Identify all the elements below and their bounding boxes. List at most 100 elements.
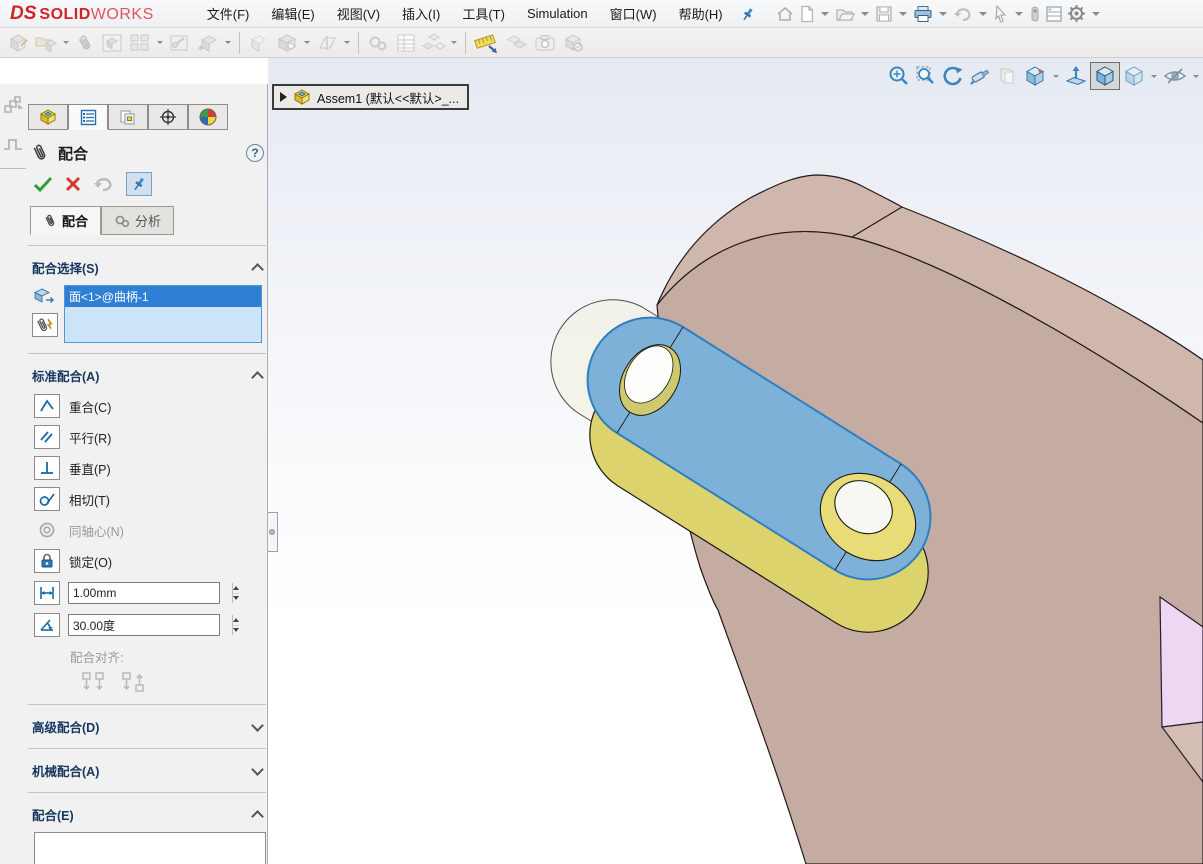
chevron-up-icon[interactable] bbox=[251, 371, 264, 384]
dynamic-annotation-views-icon[interactable] bbox=[994, 62, 1020, 90]
menu-edit[interactable]: 编辑(E) bbox=[260, 0, 325, 28]
show-hidden-components-icon[interactable] bbox=[245, 31, 273, 55]
view-orientation-icon[interactable] bbox=[1021, 62, 1049, 90]
mate-selections-header[interactable]: 配合选择(S) bbox=[28, 256, 266, 279]
menu-window[interactable]: 窗口(W) bbox=[599, 0, 668, 28]
select-icon[interactable] bbox=[992, 3, 1010, 25]
hide-show-dropdown[interactable] bbox=[1193, 75, 1199, 78]
menu-tools[interactable]: 工具(T) bbox=[451, 0, 516, 28]
anti-aligned-icon[interactable] bbox=[120, 670, 146, 694]
mates-list-header[interactable]: 配合(E) bbox=[28, 803, 266, 826]
standard-mates-header[interactable]: 标准配合(A) bbox=[28, 364, 266, 387]
insert-components-dropdown[interactable] bbox=[63, 41, 69, 44]
interference-detection-icon[interactable] bbox=[503, 31, 531, 55]
display-style-dropdown[interactable] bbox=[1151, 75, 1157, 78]
menu-file[interactable]: 文件(F) bbox=[196, 0, 261, 28]
menu-simulation[interactable]: Simulation bbox=[516, 1, 599, 26]
new-motion-study-icon[interactable] bbox=[364, 31, 392, 55]
print-icon[interactable] bbox=[912, 3, 934, 25]
tab-dimxpert-manager[interactable] bbox=[148, 104, 188, 130]
undo-icon[interactable] bbox=[952, 3, 974, 25]
feature-tree-flyout-header[interactable]: Assem1 (默认<<默认>_... bbox=[272, 84, 469, 110]
chevron-down-icon[interactable] bbox=[251, 763, 264, 776]
entities-to-mate-icon[interactable] bbox=[32, 285, 58, 309]
tab-feature-manager[interactable] bbox=[28, 104, 68, 130]
tab-configuration-manager[interactable] bbox=[108, 104, 148, 130]
angle-icon[interactable] bbox=[34, 613, 60, 637]
open-dropdown[interactable] bbox=[861, 12, 869, 16]
reference-geometry-icon[interactable] bbox=[313, 31, 341, 55]
section-view-icon[interactable] bbox=[967, 62, 993, 90]
measure-icon[interactable] bbox=[471, 30, 503, 56]
mechanical-mates-header[interactable]: 机械配合(A) bbox=[28, 759, 266, 782]
take-snapshot-icon[interactable] bbox=[531, 31, 559, 55]
keep-visible-pin-button[interactable] bbox=[126, 172, 152, 196]
home-icon[interactable] bbox=[774, 3, 796, 25]
exploded-view-dropdown[interactable] bbox=[451, 41, 457, 44]
menu-pin-icon[interactable] bbox=[740, 6, 756, 22]
chevron-down-icon[interactable] bbox=[251, 719, 264, 732]
mates-listbox[interactable] bbox=[34, 832, 266, 864]
angle-input[interactable] bbox=[69, 615, 232, 635]
aligned-icon[interactable] bbox=[80, 670, 106, 694]
new-document-dropdown[interactable] bbox=[821, 12, 829, 16]
display-style-icon[interactable] bbox=[1121, 62, 1147, 90]
apply-scene-icon[interactable] bbox=[1063, 62, 1089, 90]
mate-perpendicular[interactable]: 垂直(P) bbox=[34, 456, 266, 480]
subtab-mates[interactable]: 配合 bbox=[30, 206, 101, 235]
linear-pattern-dropdown[interactable] bbox=[157, 41, 163, 44]
task-pane-icon[interactable] bbox=[1044, 3, 1064, 25]
smart-fasteners-icon[interactable] bbox=[166, 31, 194, 55]
linear-component-pattern-icon[interactable] bbox=[126, 31, 154, 55]
previous-view-icon[interactable] bbox=[940, 62, 966, 90]
panel-collapse-handle[interactable] bbox=[267, 512, 278, 552]
ok-button[interactable] bbox=[32, 174, 54, 194]
mate-tangent[interactable]: 相切(T) bbox=[34, 487, 266, 511]
mate-selection-listbox[interactable]: 面<1>@曲柄-1 bbox=[64, 285, 262, 343]
chevron-up-icon[interactable] bbox=[251, 810, 264, 823]
assembly-3d-scene[interactable] bbox=[268, 58, 1203, 864]
cancel-button[interactable] bbox=[64, 175, 82, 193]
print-dropdown[interactable] bbox=[939, 12, 947, 16]
distance-spin-up[interactable] bbox=[233, 583, 239, 593]
subtab-analysis[interactable]: 分析 bbox=[101, 206, 174, 235]
assembly-features-dropdown[interactable] bbox=[304, 41, 310, 44]
distance-spin-down[interactable] bbox=[233, 593, 239, 604]
edit-component-icon[interactable] bbox=[4, 31, 32, 55]
tree-expander-icon[interactable] bbox=[280, 92, 287, 102]
exploded-view-icon[interactable] bbox=[420, 31, 448, 55]
save-icon[interactable] bbox=[874, 3, 894, 25]
undo-dropdown[interactable] bbox=[979, 12, 987, 16]
help-button[interactable]: ? bbox=[246, 144, 264, 162]
undo-button[interactable] bbox=[92, 174, 116, 194]
zoom-to-area-icon[interactable] bbox=[913, 62, 939, 90]
move-component-dropdown[interactable] bbox=[225, 41, 231, 44]
save-dropdown[interactable] bbox=[899, 12, 907, 16]
multiple-mate-mode-icon[interactable] bbox=[32, 313, 58, 337]
tab-display-manager[interactable] bbox=[188, 104, 228, 130]
select-dropdown[interactable] bbox=[1015, 12, 1023, 16]
reference-geometry-dropdown[interactable] bbox=[344, 41, 350, 44]
zoom-to-fit-icon[interactable] bbox=[886, 62, 912, 90]
distance-input[interactable] bbox=[69, 583, 232, 603]
insert-components-icon[interactable] bbox=[32, 31, 60, 55]
hide-show-items-icon[interactable] bbox=[1161, 62, 1189, 90]
touch-mode-icon[interactable] bbox=[1028, 3, 1042, 25]
large-assembly-mode-icon[interactable] bbox=[559, 31, 587, 55]
view-orientation-dropdown[interactable] bbox=[1053, 75, 1059, 78]
distance-icon[interactable] bbox=[34, 581, 60, 605]
component-preview-icon[interactable] bbox=[98, 31, 126, 55]
advanced-mates-header[interactable]: 高级配合(D) bbox=[28, 715, 266, 738]
menu-view[interactable]: 视图(V) bbox=[326, 0, 391, 28]
new-document-icon[interactable] bbox=[798, 3, 816, 25]
angle-spin-up[interactable] bbox=[233, 615, 239, 625]
mate-concentric[interactable]: 同轴心(N) bbox=[34, 518, 266, 542]
mate-parallel[interactable]: 平行(R) bbox=[34, 425, 266, 449]
options-gear-icon[interactable] bbox=[1066, 2, 1087, 25]
mate-icon[interactable] bbox=[72, 31, 98, 55]
flyout-tree-icon[interactable] bbox=[1, 94, 25, 118]
chevron-up-icon[interactable] bbox=[251, 263, 264, 276]
step-profile-icon[interactable] bbox=[2, 134, 24, 152]
selected-entity[interactable]: 面<1>@曲柄-1 bbox=[65, 286, 261, 307]
mate-lock[interactable]: 锁定(O) bbox=[34, 549, 266, 573]
